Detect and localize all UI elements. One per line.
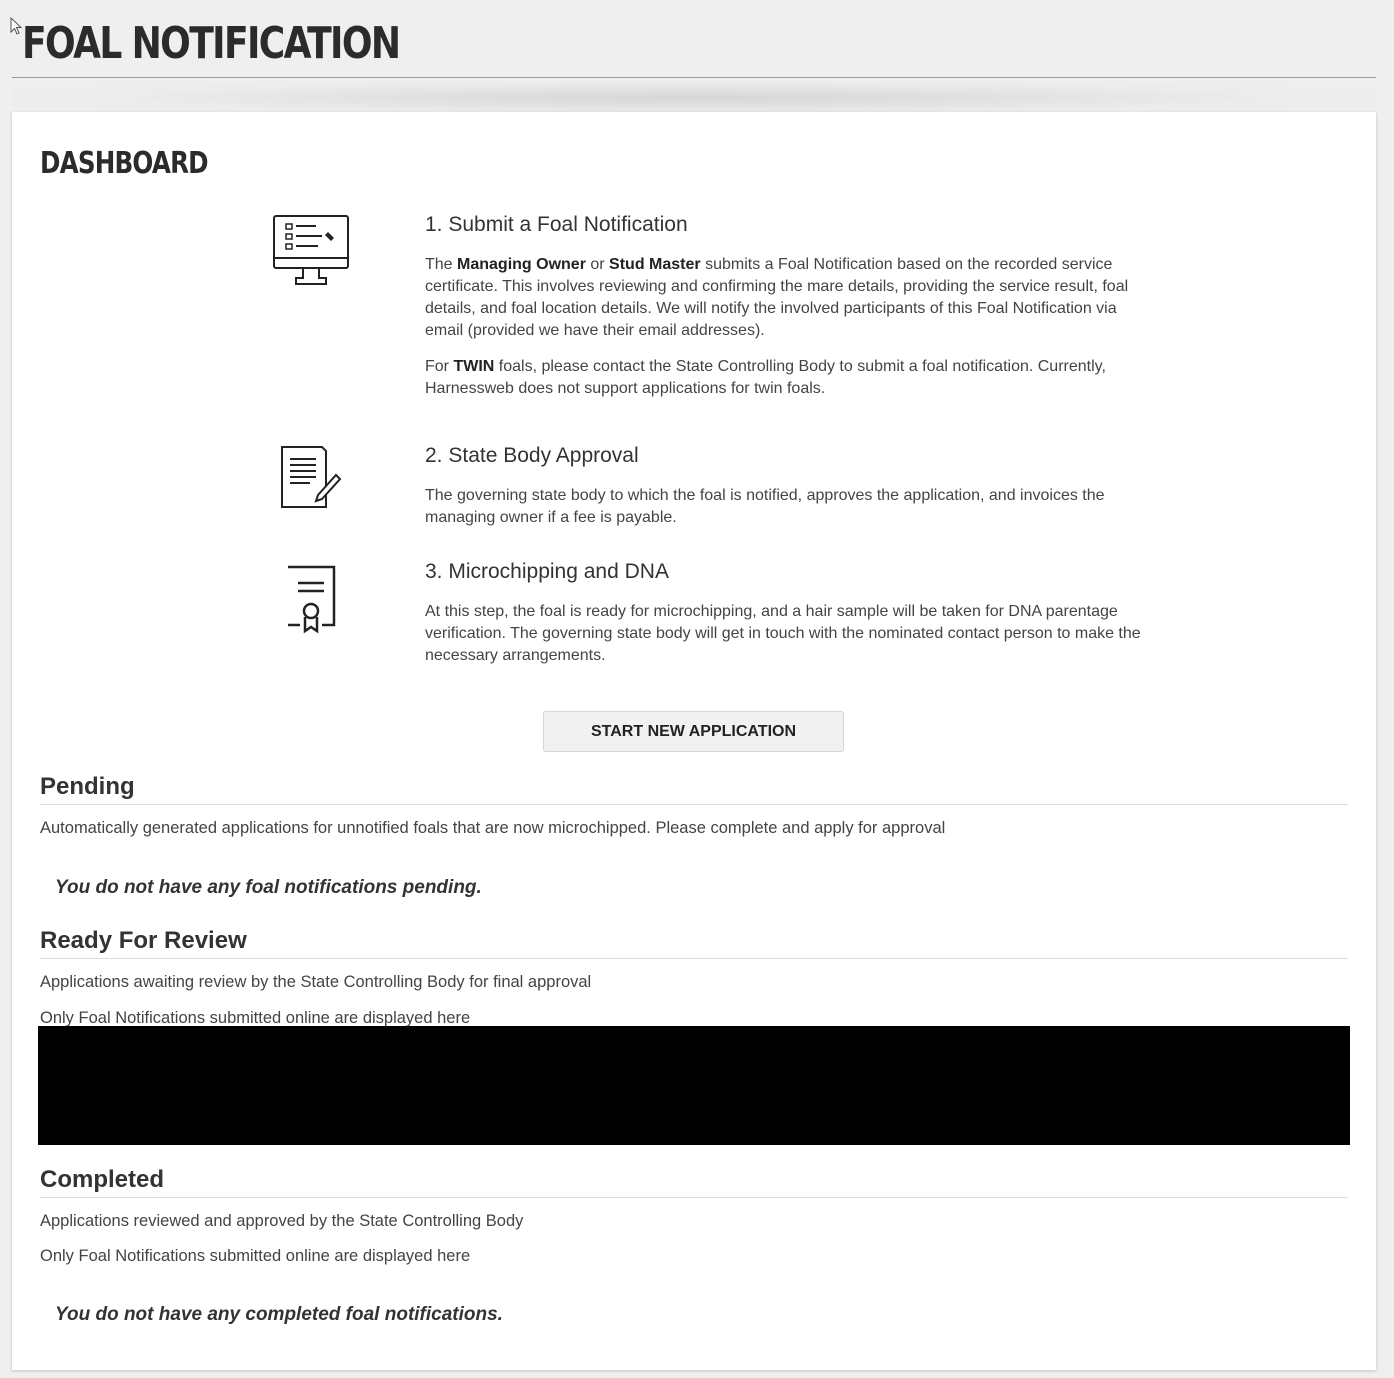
step-1-twin-note: For TWIN foals, please contact the State… — [425, 358, 1106, 397]
review-section: Ready For Review Applications awaiting r… — [40, 926, 1348, 1027]
step-3-title: 3. Microchipping and DNA — [425, 560, 669, 583]
monitor-checklist-icon — [273, 215, 349, 285]
start-new-application-button[interactable]: START NEW APPLICATION — [543, 711, 844, 752]
step-3-description: At this step, the foal is ready for micr… — [425, 603, 1141, 664]
redacted-region — [38, 1026, 1350, 1145]
header-shadow — [12, 80, 1376, 116]
page-header: FOAL NOTIFICATION — [12, 6, 1376, 78]
document-pen-icon — [281, 446, 342, 508]
pending-description: Automatically generated applications for… — [40, 819, 946, 837]
certificate-icon — [288, 565, 336, 634]
completed-section: Completed Applications reviewed and appr… — [40, 1165, 1348, 1325]
completed-empty-message: You do not have any completed foal notif… — [55, 1304, 503, 1325]
review-description: Applications awaiting review by the Stat… — [40, 973, 592, 991]
step-2-title: 2. State Body Approval — [425, 444, 639, 467]
step-1-title: 1. Submit a Foal Notification — [425, 213, 688, 236]
pending-section: Pending Automatically generated applicat… — [40, 772, 1348, 898]
step-2-description: The governing state body to which the fo… — [425, 487, 1105, 526]
step-1-description: The Managing Owner or Stud Master submit… — [425, 256, 1129, 339]
review-heading: Ready For Review — [40, 926, 1348, 959]
review-online-note: Only Foal Notifications submitted online… — [40, 1009, 471, 1027]
pending-heading: Pending — [40, 772, 1348, 805]
completed-description: Applications reviewed and approved by th… — [40, 1212, 524, 1230]
completed-online-note: Only Foal Notifications submitted online… — [40, 1247, 471, 1265]
pending-empty-message: You do not have any foal notifications p… — [55, 877, 482, 898]
completed-heading: Completed — [40, 1165, 1348, 1198]
dashboard-card: DASHBOARD 1. Submit a Foal Notification … — [12, 112, 1376, 1370]
dashboard-title: DASHBOARD — [40, 146, 209, 181]
page-title: FOAL NOTIFICATION — [22, 18, 401, 69]
